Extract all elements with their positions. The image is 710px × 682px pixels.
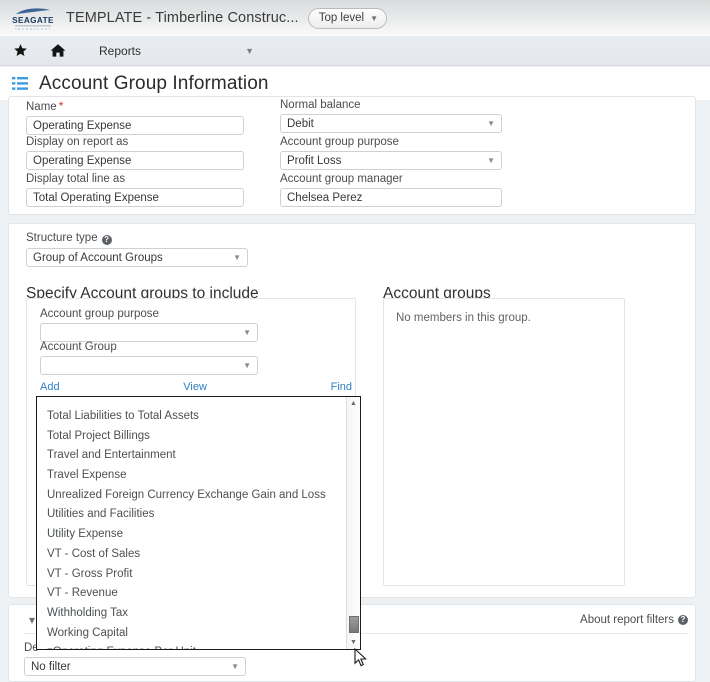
scrollbar-thumb[interactable] [349, 616, 359, 633]
field-structure-type: Structure type? ▼ [26, 232, 248, 267]
home-icon[interactable] [43, 36, 73, 66]
dropdown-option[interactable]: VT - Gross Profit [37, 565, 346, 585]
svg-text:SEAGATE: SEAGATE [12, 16, 54, 25]
nav-bar: Reports ▼ [0, 36, 710, 66]
app-title: TEMPLATE - Timberline Construc... [66, 10, 299, 26]
scroll-up-arrow-icon[interactable]: ▲ [347, 397, 360, 410]
field-account-group-manager: Account group manager [280, 173, 502, 207]
scroll-down-arrow-icon[interactable]: ▼ [347, 636, 360, 649]
dropdown-option[interactable]: Travel Expense [37, 466, 346, 486]
scope-selector-label: Top level [318, 12, 365, 24]
normal-balance-select-wrap: ▼ [280, 114, 502, 133]
chevron-down-icon: ▼ [370, 13, 378, 23]
field-specify-account-group-purpose: Account group purpose ▼ [40, 308, 258, 342]
help-icon[interactable]: ? [101, 235, 112, 245]
name-input[interactable] [26, 116, 244, 135]
field-specify-account-group-label: Account Group [40, 341, 117, 353]
field-display-on-report-as-label: Display on report as [26, 136, 129, 148]
list-icon[interactable] [12, 77, 28, 90]
field-specify-account-group: Account Group ▼ [40, 341, 258, 375]
chevron-down-icon: ▼ [245, 45, 254, 56]
specify-account-group-select[interactable] [40, 356, 258, 375]
add-link[interactable]: Add [40, 381, 60, 393]
default-filter-select[interactable] [24, 657, 246, 676]
field-display-total-line-as: Display total line as [26, 173, 244, 207]
specify-purpose-select-wrap: ▼ [40, 323, 258, 342]
svg-text:T E C H N O L O G Y: T E C H N O L O G Y [15, 27, 51, 31]
star-icon[interactable] [5, 36, 35, 66]
find-link[interactable]: Find [331, 381, 352, 393]
dropdown-option[interactable]: Unrealized Foreign Currency Exchange Gai… [37, 486, 346, 506]
dropdown-option[interactable]: Utilities and Facilities [37, 505, 346, 525]
field-account-group-purpose: Account group purpose ▼ [280, 136, 502, 170]
brand-bar: SEAGATE T E C H N O L O G Y TEMPLATE - T… [0, 0, 710, 36]
about-report-filters-label: About report filters [580, 614, 674, 626]
view-link[interactable]: View [60, 381, 331, 393]
dropdown-option[interactable]: Travel and Entertainment [37, 446, 346, 466]
account-groups-empty-message: No members in this group. [396, 312, 531, 324]
field-name: Name * [26, 99, 244, 135]
field-account-group-purpose-label: Account group purpose [280, 136, 399, 148]
specify-account-group-purpose-select[interactable] [40, 323, 258, 342]
page-title: Account Group Information [39, 72, 269, 94]
normal-balance-select[interactable] [280, 114, 502, 133]
dropdown-option[interactable]: Utility Expense [37, 525, 346, 545]
about-report-filters[interactable]: About report filters ? [580, 614, 688, 626]
dropdown-option[interactable]: zOperating Expense Per Unit [37, 643, 346, 649]
field-account-group-manager-label: Account group manager [280, 173, 403, 185]
field-display-on-report-as: Display on report as [26, 136, 244, 170]
field-normal-balance-label: Normal balance [280, 99, 361, 111]
account-group-purpose-select[interactable] [280, 151, 502, 170]
dropdown-option[interactable]: VT - Cost of Sales [37, 545, 346, 565]
account-group-manager-input[interactable] [280, 188, 502, 207]
account-group-dropdown[interactable]: Total Liabilities to Total Assets Total P… [36, 396, 361, 650]
dropdown-option[interactable]: Total Project Billings [37, 427, 346, 447]
structure-type-select[interactable] [26, 248, 248, 267]
dropdown-option[interactable]: VT - Revenue [37, 584, 346, 604]
specify-group-select-wrap: ▼ [40, 356, 258, 375]
account-group-purpose-select-wrap: ▼ [280, 151, 502, 170]
field-structure-type-label: Structure type? [26, 232, 248, 245]
account-groups-panel [383, 298, 625, 586]
dropdown-option[interactable]: Withholding Tax [37, 604, 346, 624]
dropdown-option[interactable]: Working Capital [37, 624, 346, 644]
display-on-report-as-input[interactable] [26, 151, 244, 170]
display-total-line-as-input[interactable] [26, 188, 244, 207]
field-specify-account-group-purpose-label: Account group purpose [40, 308, 159, 320]
nav-menu-label: Reports [99, 43, 142, 58]
field-display-total-line-as-label: Display total line as [26, 173, 126, 185]
dropdown-option[interactable]: Total Liabilities to Total Assets [37, 407, 346, 427]
seagate-logo: SEAGATE T E C H N O L O G Y [10, 5, 56, 31]
specify-actions-row: Add View Find [40, 378, 352, 395]
scope-selector[interactable]: Top level ▼ [307, 7, 387, 29]
structure-type-select-wrap: ▼ [26, 248, 248, 267]
account-group-dropdown-list[interactable]: Total Liabilities to Total Assets Total P… [37, 397, 346, 649]
nav-menu-reports[interactable]: Reports ▼ [99, 44, 254, 58]
dropdown-scrollbar[interactable]: ▲ ▼ [346, 397, 360, 649]
field-normal-balance: Normal balance ▼ [280, 99, 502, 133]
help-icon[interactable]: ? [678, 615, 688, 625]
default-filter-select-wrap: ▼ [24, 657, 246, 676]
field-name-label: Name * [26, 99, 64, 113]
required-asterisk: * [58, 99, 64, 113]
